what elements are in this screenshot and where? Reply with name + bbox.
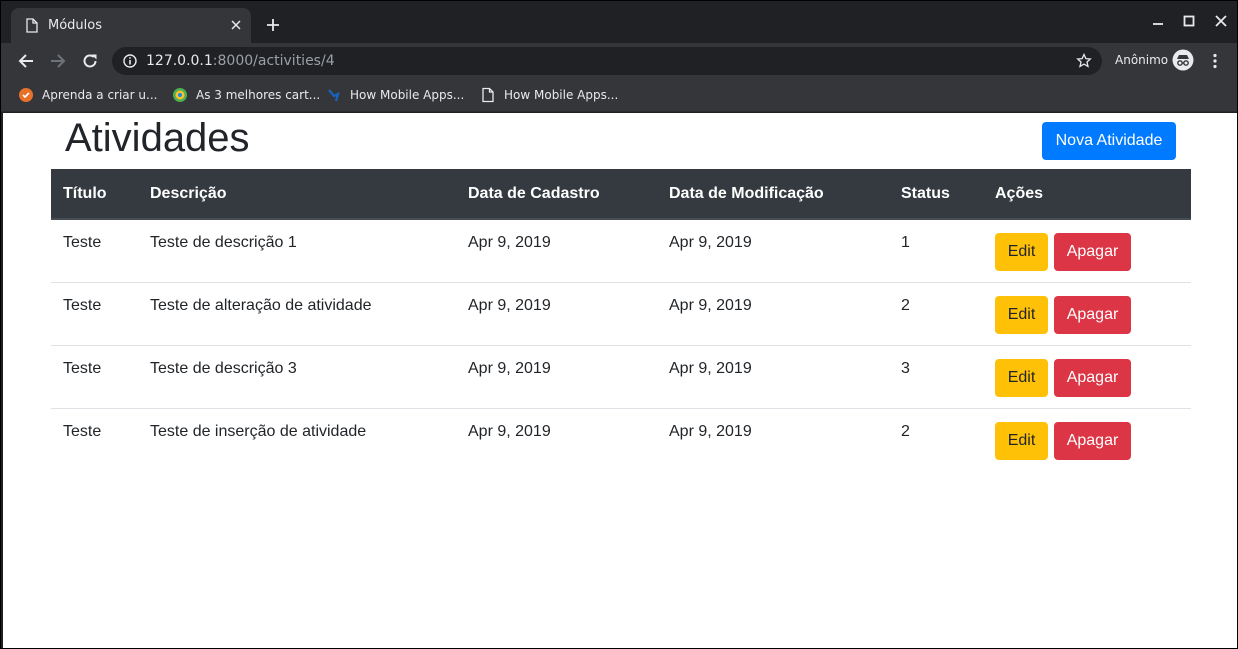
delete-button[interactable]: Apagar: [1054, 295, 1131, 334]
edit-button[interactable]: Edit: [995, 421, 1048, 460]
bookmark-label: How Mobile Apps...: [350, 88, 465, 102]
edit-button[interactable]: Edit: [995, 233, 1048, 271]
cell-created: Apr 9, 2019: [468, 234, 551, 251]
cell-status: 2: [889, 281, 983, 345]
activities-table: Título Descrição Data de Cadastro Data d…: [51, 169, 1191, 471]
bookmark-label: As 3 melhores cart...: [196, 88, 321, 102]
bookmark-item[interactable]: How Mobile Apps...: [480, 86, 618, 104]
incognito-icon[interactable]: [1172, 49, 1194, 71]
reload-icon[interactable]: [81, 52, 99, 70]
cell-created: Apr 9, 2019: [456, 407, 657, 471]
page-content: Atividades Nova Atividade Título Descriç…: [3, 113, 1237, 648]
delete-button[interactable]: Apagar: [1054, 421, 1131, 460]
cell-created: Apr 9, 2019: [456, 344, 657, 408]
tab-strip: Módulos: [1, 1, 1237, 43]
cell-description: Teste de alteração de atividade: [138, 281, 456, 345]
bookmark-star-icon[interactable]: [1076, 53, 1092, 69]
colorful-site-icon: [173, 88, 187, 102]
column-header-status: Status: [889, 169, 983, 220]
kebab-menu-icon[interactable]: [1209, 53, 1221, 69]
cell-modified: Apr 9, 2019: [669, 234, 752, 251]
cell-status: 1: [901, 234, 910, 251]
blue-site-icon: [328, 89, 340, 102]
page-title: Atividades: [65, 116, 250, 160]
cell-description: Teste de descrição 1: [150, 234, 297, 251]
edit-button[interactable]: Edit: [995, 358, 1048, 397]
cell-modified: Apr 9, 2019: [657, 344, 889, 408]
tab-title: Módulos: [48, 18, 102, 33]
cell-actions: Edit Apagar: [983, 344, 1191, 408]
cell-title: Teste: [51, 344, 138, 408]
url-path: :8000/activities/4: [212, 53, 335, 69]
url-text: 127.0.0.1:8000/activities/4: [146, 53, 335, 69]
cell-description: Teste de descrição 3: [138, 344, 456, 408]
cell-title: Teste: [51, 407, 138, 471]
page-icon: [26, 18, 38, 33]
column-header-actions: Ações: [983, 169, 1191, 220]
bookmark-item[interactable]: Aprenda a criar u...: [18, 86, 157, 104]
cell-title: Teste: [63, 234, 102, 251]
table-row: Teste Teste de descrição 1 Apr 9, 2019 A…: [51, 219, 1191, 282]
edit-button[interactable]: Edit: [995, 295, 1048, 334]
cell-created: Apr 9, 2019: [456, 281, 657, 345]
address-bar[interactable]: 127.0.0.1:8000/activities/4: [112, 47, 1102, 75]
cell-modified: Apr 9, 2019: [657, 281, 889, 345]
bookmark-item[interactable]: How Mobile Apps...: [326, 86, 464, 104]
column-header-description: Descrição: [138, 169, 456, 220]
bookmark-label: How Mobile Apps...: [504, 88, 619, 102]
forward-arrow-icon[interactable]: [49, 52, 67, 70]
cell-status: 2: [889, 407, 983, 471]
table-row: Teste Teste de inserção de atividade Apr…: [51, 407, 1191, 471]
url-host: 127.0.0.1: [146, 53, 213, 69]
delete-button[interactable]: Apagar: [1054, 358, 1131, 397]
table-row: Teste Teste de descrição 3 Apr 9, 2019 A…: [51, 344, 1191, 408]
new-activity-button[interactable]: Nova Atividade: [1042, 122, 1176, 160]
bookmarks-bar: Aprenda a criar u... As 3 melhores cart.…: [1, 79, 1237, 112]
column-header-title: Título: [51, 169, 138, 220]
table-row: Teste Teste de alteração de atividade Ap…: [51, 281, 1191, 345]
cell-description: Teste de inserção de atividade: [138, 407, 456, 471]
profile-label[interactable]: Anônimo: [1115, 53, 1168, 67]
cell-actions: Edit Apagar: [983, 407, 1191, 471]
close-icon[interactable]: [230, 19, 242, 31]
minimize-icon[interactable]: [1151, 14, 1165, 28]
cell-status: 3: [889, 344, 983, 408]
column-header-created: Data de Cadastro: [456, 169, 657, 220]
maximize-icon[interactable]: [1182, 14, 1196, 28]
bookmark-item[interactable]: As 3 melhores cart...: [172, 86, 320, 104]
delete-button[interactable]: Apagar: [1054, 233, 1131, 271]
orange-site-icon: [19, 88, 33, 102]
window-close-icon[interactable]: [1214, 14, 1228, 28]
browser-window: Módulos 127.0.0.1:8000/activities/4 Anôn…: [0, 0, 1238, 649]
cell-modified: Apr 9, 2019: [657, 407, 889, 471]
column-header-modified: Data de Modificação: [657, 169, 889, 220]
bookmark-label: Aprenda a criar u...: [42, 88, 158, 102]
new-tab-icon[interactable]: [266, 18, 280, 32]
cell-title: Teste: [51, 281, 138, 345]
table-header-row: Título Descrição Data de Cadastro Data d…: [51, 169, 1191, 220]
back-arrow-icon[interactable]: [17, 52, 35, 70]
cell-actions: Edit Apagar: [983, 281, 1191, 345]
info-icon[interactable]: [123, 54, 137, 68]
page-icon: [482, 87, 494, 103]
browser-toolbar: 127.0.0.1:8000/activities/4 Anônimo: [1, 43, 1237, 79]
tab-active[interactable]: Módulos: [11, 8, 251, 43]
cell-actions: Edit Apagar: [983, 219, 1191, 282]
